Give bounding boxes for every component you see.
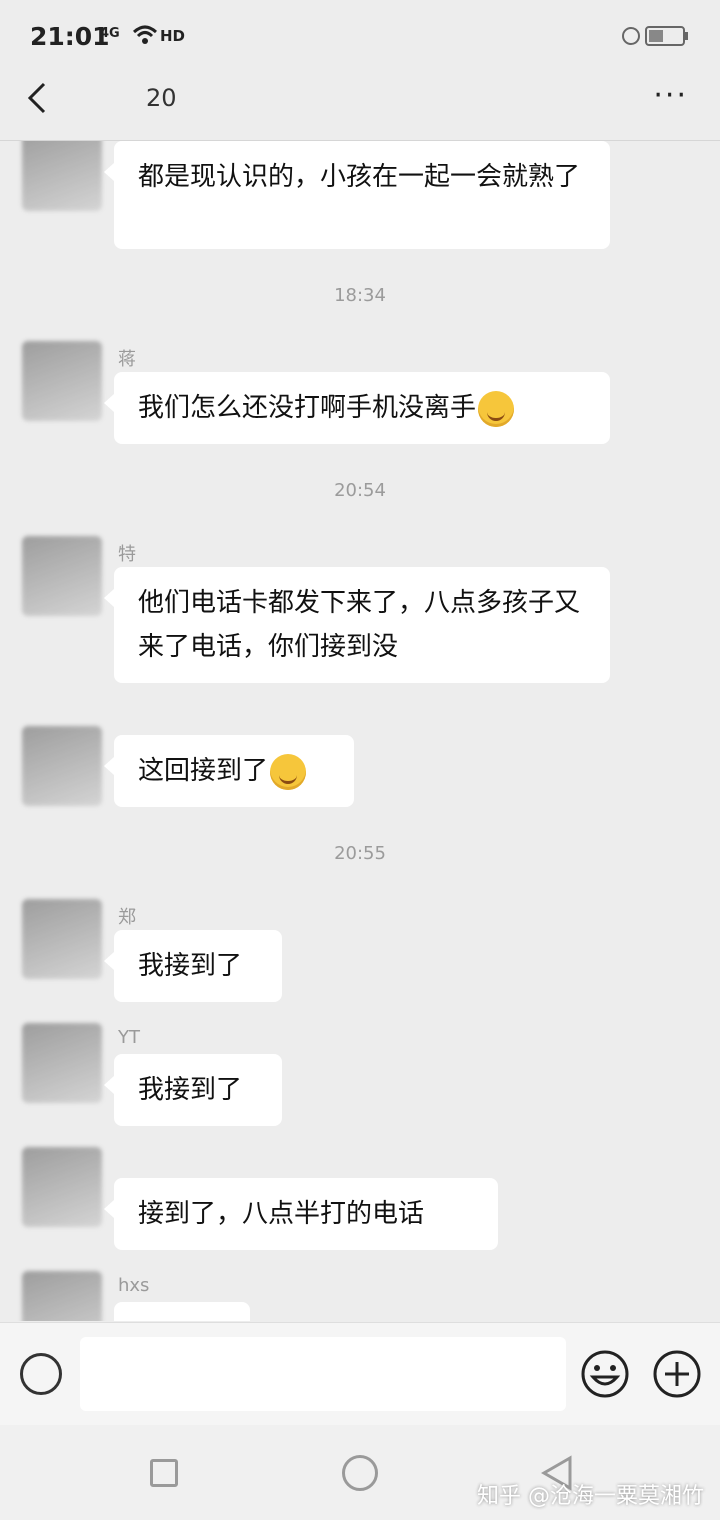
- message-bubble[interactable]: 我接到了: [104, 930, 282, 1002]
- smile-emoji: [270, 753, 307, 790]
- sender-name: 特: [118, 544, 136, 565]
- battery-icon: [622, 26, 688, 46]
- signal-icon: 4G: [100, 26, 120, 41]
- avatar[interactable]: [22, 1271, 102, 1321]
- message-bubble[interactable]: 他们电话卡都发下来了，八点多孩子又来了电话，你们接到没: [104, 567, 610, 683]
- message-text: 我们怎么还没打啊手机没离手: [138, 393, 477, 423]
- message-input[interactable]: [80, 1337, 566, 1411]
- timestamp: 20:54: [334, 480, 386, 501]
- message-bubble[interactable]: [114, 1302, 250, 1321]
- message-text: 我接到了: [138, 1075, 243, 1105]
- chevron-left-icon[interactable]: [20, 78, 60, 118]
- sender-name: hxs: [118, 1275, 150, 1296]
- input-bar: [0, 1322, 720, 1425]
- status-time: 21:01: [30, 22, 110, 51]
- recent-apps-button[interactable]: [150, 1459, 178, 1487]
- message-text: 我接到了: [138, 951, 243, 981]
- emoji-icon[interactable]: [580, 1349, 630, 1399]
- message-text: 他们电话卡都发下来了，八点多孩子又来了电话，你们接到没: [138, 588, 581, 662]
- avatar[interactable]: [22, 1023, 102, 1103]
- avatar[interactable]: [22, 899, 102, 979]
- laugh-cry-emoji: [478, 390, 515, 427]
- message-list[interactable]: 都是现认识的，小孩在一起一会就熟了 18:34 蒋 我们怎么还没打啊手机没离手 …: [0, 141, 720, 1321]
- chat-title: 20: [146, 84, 177, 112]
- message-bubble[interactable]: 接到了，八点半打的电话: [104, 1178, 498, 1250]
- chat-header: 20 ···: [0, 60, 720, 141]
- message-text: 都是现认识的，小孩在一起一会就熟了: [138, 162, 581, 192]
- watermark: 知乎 @沧海一粟莫湘竹: [477, 1484, 704, 1509]
- timestamp: 18:34: [334, 285, 386, 306]
- avatar[interactable]: [22, 1147, 102, 1227]
- sender-name: 蒋: [118, 349, 136, 370]
- message-bubble[interactable]: 都是现认识的，小孩在一起一会就熟了: [104, 141, 610, 249]
- home-button[interactable]: [342, 1455, 378, 1491]
- hd-icon: HD: [160, 27, 186, 45]
- message-bubble[interactable]: 我接到了: [104, 1054, 282, 1126]
- sender-name: 郑: [118, 907, 136, 928]
- avatar[interactable]: [22, 726, 102, 806]
- message-bubble[interactable]: 这回接到了: [104, 735, 354, 807]
- message-text: 接到了，八点半打的电话: [138, 1199, 425, 1229]
- more-button[interactable]: ···: [653, 81, 688, 111]
- message-text: 这回接到了: [138, 756, 269, 786]
- avatar[interactable]: [22, 141, 102, 211]
- plus-icon[interactable]: [652, 1349, 702, 1399]
- sender-name: YT: [118, 1027, 140, 1048]
- message-bubble[interactable]: 我们怎么还没打啊手机没离手: [104, 372, 610, 444]
- timestamp: 20:55: [334, 843, 386, 864]
- voice-button[interactable]: [20, 1353, 62, 1395]
- avatar[interactable]: [22, 536, 102, 616]
- wifi-icon: [132, 25, 158, 44]
- avatar[interactable]: [22, 341, 102, 421]
